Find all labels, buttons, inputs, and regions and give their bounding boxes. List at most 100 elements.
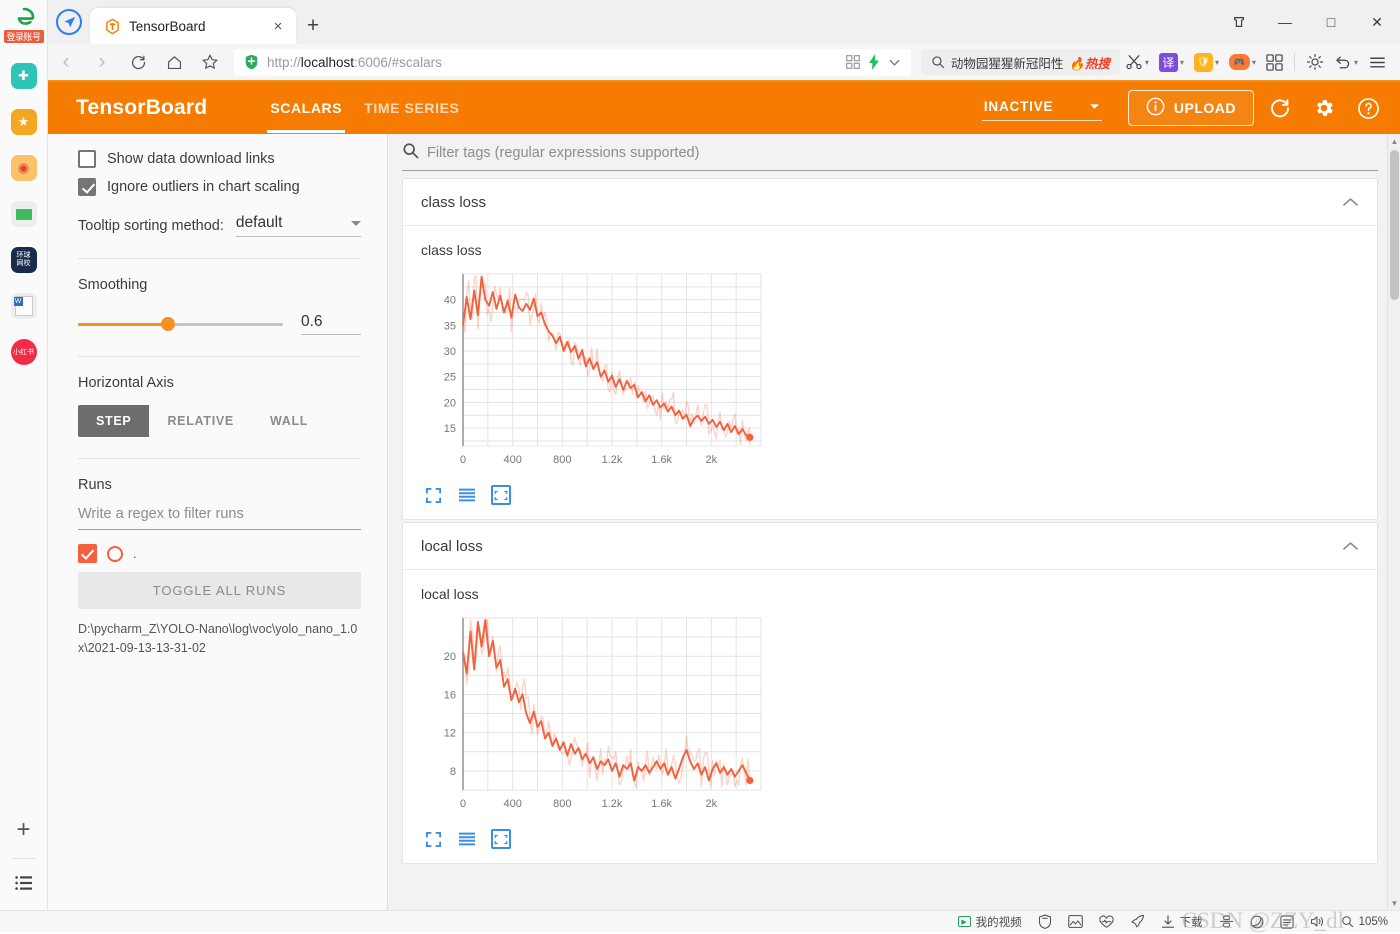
- checkbox-show-data-download-links[interactable]: Show data download links: [78, 150, 361, 168]
- smoothing-value-input[interactable]: 0.6: [301, 313, 361, 335]
- fit-domain-to-data-icon[interactable]: [491, 829, 511, 849]
- run-list-item[interactable]: .: [78, 544, 361, 563]
- close-window-button[interactable]: ✕: [1354, 0, 1400, 44]
- tooltip-sorting-select[interactable]: default: [235, 214, 361, 237]
- home-button[interactable]: [156, 46, 192, 78]
- window-controls: — □ ✕: [1216, 0, 1400, 44]
- rail-list-icon[interactable]: [14, 875, 33, 896]
- apps-grid-button[interactable]: [1261, 53, 1288, 71]
- chevron-up-icon[interactable]: [1342, 195, 1359, 210]
- svg-text:1.6k: 1.6k: [651, 454, 672, 466]
- rail-bottom-section: +: [0, 818, 47, 910]
- app-icon-favorites[interactable]: ★: [10, 109, 37, 135]
- security-rewards-button[interactable]: 🛡 ▾: [1189, 52, 1224, 72]
- back-button[interactable]: ‹: [48, 46, 84, 78]
- axis-option-wall[interactable]: WALL: [252, 405, 326, 437]
- zoom-level-indicator[interactable]: 105%: [1341, 915, 1388, 928]
- incognito-icon[interactable]: [1279, 914, 1294, 929]
- maximize-button[interactable]: □: [1308, 0, 1354, 44]
- runs-filter-input[interactable]: Write a regex to filter runs: [78, 506, 361, 530]
- qr-code-icon[interactable]: [845, 55, 860, 69]
- volume-icon[interactable]: [1310, 915, 1325, 928]
- app-icon-doctor[interactable]: ✚: [10, 63, 37, 89]
- chevron-down-icon[interactable]: [888, 56, 901, 69]
- add-app-button[interactable]: +: [16, 818, 30, 842]
- app-icon-word-doc[interactable]: W: [10, 293, 37, 319]
- image-icon[interactable]: [1067, 915, 1083, 928]
- toggle-all-runs-button[interactable]: TOGGLE ALL RUNS: [78, 572, 361, 609]
- tab-group-icon[interactable]: [1216, 0, 1262, 44]
- chevron-up-icon[interactable]: [1342, 539, 1359, 554]
- browser-status-bar: ▶ 我的视频 下载 105% CSDN @ZZY_dl: [0, 908, 1400, 933]
- browser-tab[interactable]: TensorBoard ×: [90, 8, 296, 44]
- scroll-up-arrow-icon[interactable]: ▲: [1388, 134, 1400, 148]
- app-icon-mail[interactable]: [10, 201, 37, 227]
- toggle-y-axis-log-icon[interactable]: [457, 485, 477, 505]
- settings-gear-icon[interactable]: [1306, 90, 1342, 126]
- app-icon-xiaohongshu[interactable]: 小红书: [10, 339, 37, 365]
- axis-option-step[interactable]: STEP: [78, 405, 150, 437]
- my-video-button[interactable]: ▶ 我的视频: [957, 914, 1022, 930]
- run-checkbox[interactable]: [78, 544, 97, 563]
- chart-class-loss[interactable]: 1520253035400 400 800 1.2k 1.6k 2k: [421, 266, 771, 476]
- close-tab-icon[interactable]: ×: [268, 16, 288, 36]
- tag-filter-placeholder: Filter tags (regular expressions support…: [427, 144, 700, 161]
- chart-local-loss[interactable]: 8 12 16 20 0 400 800 1.2k 1.6k 2k: [421, 610, 771, 820]
- download-button[interactable]: 下载: [1161, 914, 1203, 930]
- undo-button[interactable]: ▾: [1329, 53, 1363, 71]
- card-header[interactable]: local loss: [403, 523, 1377, 570]
- expand-fullscreen-icon[interactable]: [423, 485, 443, 505]
- divider: [78, 458, 361, 459]
- card-header[interactable]: class loss: [403, 179, 1377, 226]
- slider-knob[interactable]: [161, 317, 176, 331]
- fingerprint-icon[interactable]: [1219, 915, 1234, 928]
- chevron-down-icon[interactable]: ▾: [1252, 58, 1256, 67]
- card-body: class loss 15 20 25 30 35 40 0 400 800 1.2k 1.6k 2k: [403, 226, 1377, 519]
- eco-icon[interactable]: [1250, 915, 1264, 929]
- lightning-icon[interactable]: [868, 54, 880, 70]
- address-bar[interactable]: http://localhost:6006/#scalars: [234, 48, 911, 76]
- tag-filter-input[interactable]: Filter tags (regular expressions support…: [402, 142, 1378, 171]
- app-icon-weibo[interactable]: ◉: [10, 155, 37, 181]
- checkbox-box[interactable]: [78, 178, 96, 196]
- bookmark-star-icon[interactable]: [192, 46, 228, 78]
- new-tab-button[interactable]: +: [296, 8, 330, 44]
- vertical-scrollbar[interactable]: ▲ ▼: [1387, 134, 1400, 910]
- app-icon-global-net[interactable]: 环球 网校: [10, 247, 37, 273]
- fit-domain-to-data-icon[interactable]: [491, 485, 511, 505]
- cards-scroll-area[interactable]: class loss class loss 15 20 25 30 35 40 0 400 80…: [388, 178, 1400, 910]
- checkbox-ignore-outliers[interactable]: Ignore outliers in chart scaling: [78, 178, 361, 196]
- forward-button[interactable]: ›: [84, 46, 120, 78]
- rocket-icon[interactable]: [1130, 914, 1145, 929]
- game-center-button[interactable]: 🎮 ▾: [1224, 54, 1261, 70]
- card-group-title: class loss: [421, 193, 487, 211]
- scroll-down-arrow-icon[interactable]: ▼: [1388, 896, 1400, 910]
- browser-titlebar: TensorBoard × + — □ ✕: [0, 0, 1400, 44]
- run-status-select[interactable]: INACTIVE: [981, 95, 1102, 121]
- scrollbar-thumb[interactable]: [1390, 150, 1399, 300]
- chevron-down-icon[interactable]: ▾: [1145, 58, 1149, 67]
- smoothing-slider[interactable]: [78, 315, 283, 333]
- upload-button[interactable]: UPLOAD: [1127, 90, 1254, 126]
- help-question-icon[interactable]: [1350, 90, 1386, 126]
- shield-icon[interactable]: [1038, 914, 1052, 929]
- chevron-down-icon[interactable]: ▾: [1215, 58, 1219, 67]
- tab-scalars[interactable]: SCALARS: [259, 83, 353, 133]
- chevron-down-icon[interactable]: ▾: [1354, 58, 1358, 67]
- browser-tab-title: TensorBoard: [129, 18, 206, 34]
- heart-pulse-icon[interactable]: [1098, 914, 1114, 929]
- axis-option-relative[interactable]: RELATIVE: [149, 405, 251, 437]
- expand-fullscreen-icon[interactable]: [423, 829, 443, 849]
- scissors-tool-button[interactable]: ▾: [1120, 53, 1154, 71]
- tab-time-series[interactable]: TIME SERIES: [353, 83, 470, 133]
- brightness-theme-button[interactable]: [1301, 53, 1329, 71]
- browser-menu-button[interactable]: [1363, 53, 1392, 72]
- reload-button[interactable]: [120, 46, 156, 78]
- checkbox-box[interactable]: [78, 150, 96, 168]
- translate-tool-button[interactable]: 译 ▾: [1154, 52, 1189, 72]
- minimize-button[interactable]: —: [1262, 0, 1308, 44]
- hot-search-pill[interactable]: 动物园猩猩新冠阳性 🔥热搜: [920, 49, 1120, 75]
- chevron-down-icon[interactable]: ▾: [1180, 58, 1184, 67]
- toggle-y-axis-log-icon[interactable]: [457, 829, 477, 849]
- refresh-icon[interactable]: [1262, 90, 1298, 126]
